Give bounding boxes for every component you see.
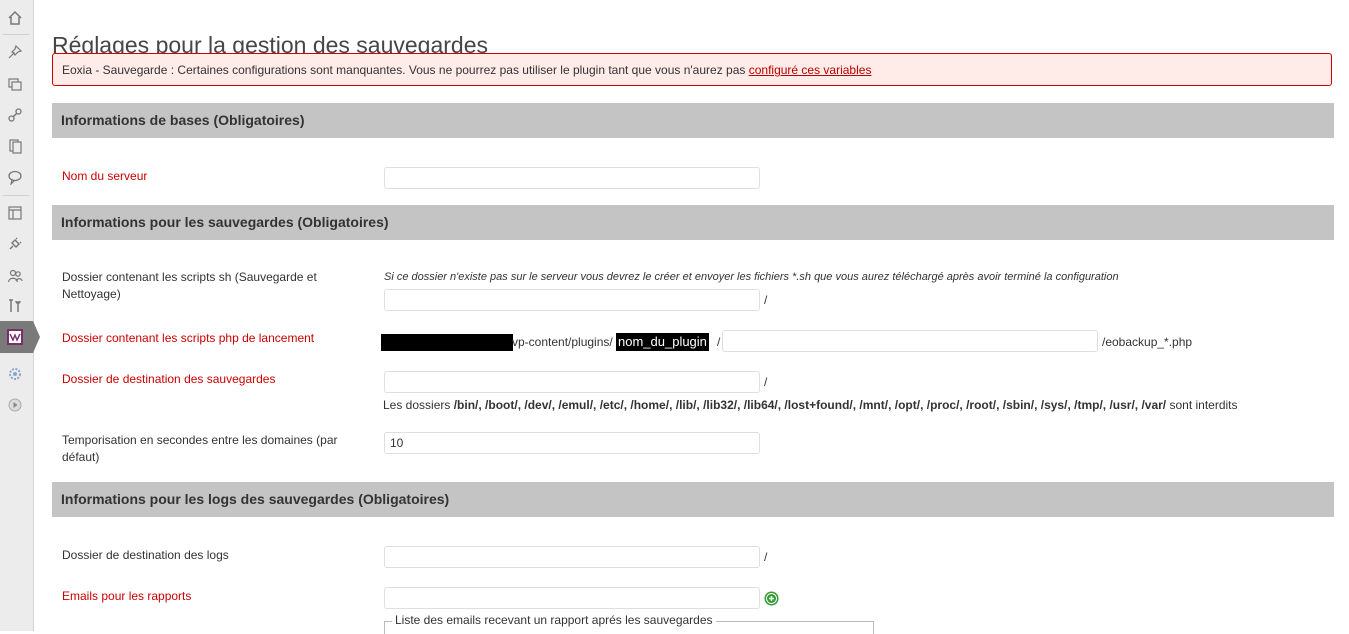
logs-folder-suffix: / [764,550,768,564]
redacted-path [381,334,513,351]
appearance-icon[interactable] [5,203,25,223]
dest-folder-suffix: / [764,375,768,389]
tools-icon[interactable] [5,296,25,316]
logs-folder-input[interactable] [384,546,760,568]
forbidden-folders-note: Les dossiers /bin/, /boot/, /dev/, /emul… [383,398,1238,412]
settings-icon[interactable] [5,364,25,384]
dest-folder-input[interactable] [384,371,760,393]
php-folder-path-prefix: vp-content/plugins/ [512,335,613,349]
server-name-label: Nom du serveur [62,169,148,183]
emails-label: Emails pour les rapports [62,589,192,603]
section-backups-info: Informations pour les sauvegardes (Oblig… [52,205,1334,240]
php-folder-suffix: /eobackup_*.php [1102,335,1193,349]
media-icon[interactable] [5,74,25,94]
forbidden-prefix: Les dossiers [383,398,454,412]
collapse-icon[interactable] [5,395,25,415]
sh-folder-suffix: / [764,293,768,307]
link-icon[interactable] [5,105,25,125]
section-base-info: Informations de bases (Obligatoires) [52,103,1334,138]
delay-label: Temporisation en secondes entre les doma… [62,433,338,464]
sh-folder-input[interactable] [384,289,760,311]
server-name-input[interactable] [384,167,760,189]
logs-folder-label: Dossier de destination des logs [62,548,229,562]
plugin-name-redacted: nom_du_plugin [616,333,709,351]
users-icon[interactable] [5,266,25,286]
php-folder-input[interactable] [722,330,1098,352]
active-menu-indicator[interactable] [0,321,40,353]
php-folder-label: Dossier contenant les scripts php de lan… [62,331,315,345]
home-icon[interactable] [5,8,25,28]
admin-sidebar [0,0,40,631]
delay-input[interactable] [384,432,760,454]
forbidden-suffix: sont interdits [1166,398,1238,412]
forbidden-dirs: /bin/, /boot/, /dev/, /emul/, /etc/, /ho… [453,398,1167,412]
emails-list-legend: Liste des emails recevant un rapport apr… [392,613,716,627]
pages-icon[interactable] [5,136,25,156]
section-logs-info: Informations pour les logs des sauvegard… [52,482,1334,517]
emails-input[interactable] [384,587,760,609]
error-notice: Eoxia - Sauvegarde : Certaines configura… [52,53,1332,86]
configure-variables-link[interactable]: configuré ces variables [749,63,872,77]
dest-folder-label: Dossier de destination des sauvegardes [62,372,276,386]
sh-folder-label: Dossier contenant les scripts sh (Sauveg… [62,270,317,301]
php-folder-path-sep: / [717,335,721,349]
sh-folder-description: Si ce dossier n'existe pas sur le serveu… [384,271,1119,283]
pin-icon[interactable] [5,42,25,62]
notice-text: Eoxia - Sauvegarde : Certaines configura… [62,63,749,77]
comments-icon[interactable] [5,167,25,187]
add-email-icon[interactable] [764,591,779,606]
plugins-icon[interactable] [5,234,25,254]
